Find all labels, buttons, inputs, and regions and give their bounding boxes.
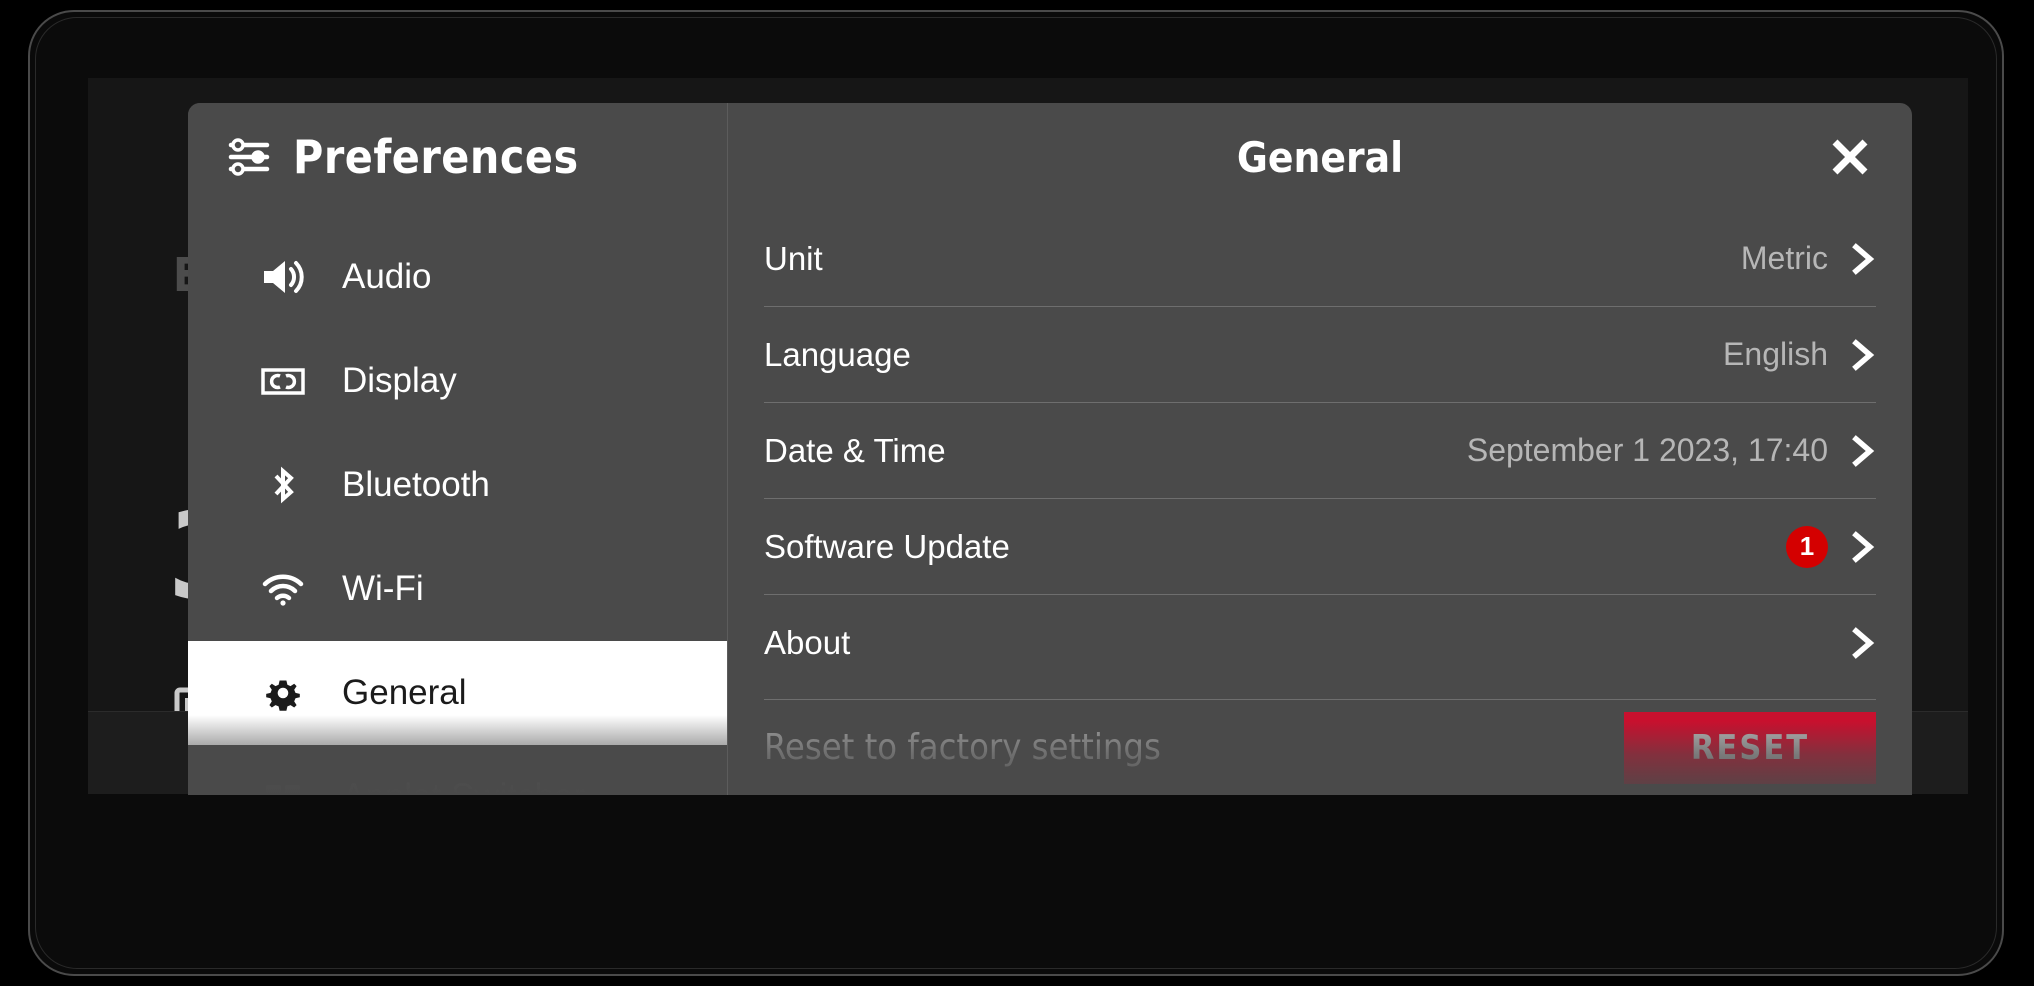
reset-button-label: RESET (1690, 727, 1810, 768)
setting-value: English (1723, 336, 1828, 372)
sidebar-item-label: Audio (342, 257, 432, 296)
display-icon (260, 358, 306, 404)
setting-row-reset[interactable]: Reset to factory settings RESET (764, 699, 1876, 795)
reset-button[interactable]: RESET (1624, 711, 1876, 784)
setting-label: Software Update (764, 527, 1010, 565)
setting-row-unit[interactable]: Unit Metric (764, 211, 1876, 307)
sidebar-item-label: General (342, 673, 467, 712)
sidebar-item-display[interactable]: Display (188, 329, 727, 433)
setting-row-software-update[interactable]: Software Update 1 (764, 499, 1876, 595)
setting-value: Metric (1740, 240, 1828, 276)
status-badge: 1 (1786, 525, 1828, 568)
sidebar-item-wifi[interactable]: Wi-Fi (188, 537, 727, 641)
content-title: General (1236, 132, 1404, 182)
content-header: General (728, 103, 1912, 211)
preferences-content: General Unit Metric Language English Dat… (728, 103, 1912, 795)
setting-label: Unit (764, 239, 823, 277)
sidebar-nav-list: Audio Display Bluetooth Wi-Fi General (188, 225, 727, 795)
setting-row-right: September 1 2023, 17:40 (1467, 432, 1876, 469)
setting-row-date-time[interactable]: Date & Time September 1 2023, 17:40 (764, 403, 1876, 499)
sliders-icon (228, 138, 270, 176)
setting-row-right: English (1723, 336, 1876, 373)
wifi-icon (260, 566, 306, 612)
sidebar-item-label: Wi-Fi (342, 569, 424, 608)
sidebar-item-label: Display (342, 361, 457, 400)
chevron-right-icon (1852, 242, 1875, 275)
setting-row-right (1850, 627, 1876, 659)
setting-label: About (764, 624, 851, 661)
setting-value: September 1 2023, 17:40 (1466, 432, 1828, 468)
setting-row-about[interactable]: About (764, 595, 1876, 691)
device-bezel: ECO 3 ◂ (28, 10, 2004, 976)
chevron-right-icon (1852, 434, 1875, 467)
sidebar-item-general[interactable]: General (188, 641, 727, 745)
bluetooth-icon (260, 462, 306, 508)
sidebar-item-bluetooth[interactable]: Bluetooth (188, 433, 727, 537)
sidebar-item-label: Bluetooth (342, 465, 490, 504)
reset-label: Reset to factory settings (764, 727, 1161, 768)
preferences-sidebar: Preferences Audio Display Bluetooth Wi-F… (188, 103, 728, 795)
grid-icon (260, 774, 306, 795)
gear-icon (260, 670, 306, 716)
setting-row-right: 1 (1786, 525, 1876, 568)
chevron-right-icon (1852, 530, 1875, 563)
device-screen: ECO 3 ◂ (35, 17, 1997, 969)
sidebar-item-audio[interactable]: Audio (188, 225, 727, 329)
setting-label: Date & Time (764, 431, 946, 469)
settings-list: Unit Metric Language English Date & Time… (728, 211, 1912, 691)
sidebar-header: Preferences (188, 103, 727, 211)
sidebar-item-label: Applet Switcher (342, 777, 585, 795)
chevron-right-icon (1852, 627, 1875, 659)
setting-row-right: Metric (1741, 240, 1876, 277)
preferences-dialog: Preferences Audio Display Bluetooth Wi-F… (188, 103, 1912, 795)
page-title: Preferences (293, 130, 579, 184)
sidebar-item-applet-switcher[interactable]: Applet Switcher (188, 745, 727, 795)
setting-label: Language (764, 335, 911, 373)
setting-row-language[interactable]: Language English (764, 307, 1876, 403)
close-icon[interactable] (1826, 133, 1874, 181)
chevron-right-icon (1852, 338, 1875, 371)
speaker-icon (260, 254, 306, 300)
